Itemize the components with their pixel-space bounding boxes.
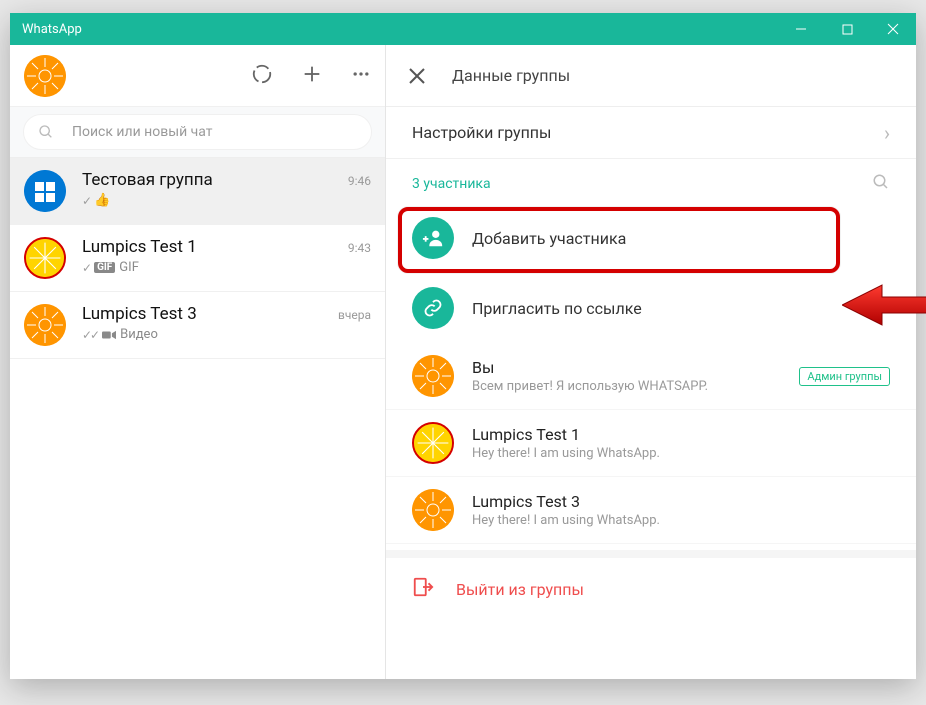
participant-status: Всем привет! Я использую WHATSAPP.: [472, 379, 781, 394]
chevron-right-icon: ›: [884, 121, 890, 145]
participant-avatar: [412, 422, 454, 464]
chat-preview: 👍: [94, 193, 110, 208]
participant-name: Lumpics Test 3: [472, 492, 890, 511]
participant-row[interactable]: Lumpics Test 3 Hey there! I am using Wha…: [386, 477, 916, 544]
participant-info: Вы Всем привет! Я использую WHATSAPP.: [472, 358, 781, 394]
right-header: Данные группы: [386, 45, 916, 107]
search-row: Поиск или новый чат: [10, 107, 385, 158]
invite-link-label: Пригласить по ссылке: [472, 299, 642, 318]
add-participant-button[interactable]: Добавить участника: [386, 203, 916, 273]
chat-preview: Видео: [120, 327, 158, 342]
status-icon[interactable]: [251, 63, 273, 89]
add-participant-label: Добавить участника: [472, 229, 626, 248]
panel-title: Данные группы: [452, 66, 570, 85]
exit-group-label: Выйти из группы: [456, 580, 584, 599]
participant-info: Lumpics Test 1 Hey there! I am using Wha…: [472, 425, 890, 461]
delivery-tick: ✓: [82, 194, 90, 208]
app-window: WhatsApp: [10, 13, 916, 679]
maximize-button[interactable]: [824, 13, 870, 45]
right-panel: Данные группы Настройки группы › 3 участ…: [386, 45, 916, 679]
window-controls: [778, 13, 916, 45]
minimize-button[interactable]: [778, 13, 824, 45]
chat-list: Тестовая группа 9:46 ✓ 👍: [10, 158, 385, 679]
close-window-button[interactable]: [870, 13, 916, 45]
participant-avatar: [412, 489, 454, 531]
left-header: [10, 45, 385, 107]
add-participant-container: Добавить участника: [386, 203, 916, 273]
chat-info: Lumpics Test 3 вчера ✓✓ Видео: [82, 304, 371, 342]
chat-avatar: [24, 237, 66, 279]
participant-row[interactable]: Lumpics Test 1 Hey there! I am using Wha…: [386, 410, 916, 477]
app-title: WhatsApp: [22, 22, 82, 37]
participant-info: Lumpics Test 3 Hey there! I am using Wha…: [472, 492, 890, 528]
left-panel: Поиск или новый чат Тестовая группа 9:46: [10, 45, 386, 679]
chat-preview: GIF: [119, 260, 139, 275]
participant-name: Lumpics Test 1: [472, 425, 890, 444]
chat-name: Lumpics Test 3: [82, 304, 197, 324]
exit-group-button[interactable]: Выйти из группы: [386, 550, 916, 620]
chat-avatar: [24, 170, 66, 212]
titlebar: WhatsApp: [10, 13, 916, 45]
search-input[interactable]: Поиск или новый чат: [23, 114, 372, 150]
chat-name: Lumpics Test 1: [82, 237, 197, 257]
chat-item[interactable]: Lumpics Test 1 9:43 ✓ GIF GIF: [10, 225, 385, 292]
delivery-tick: ✓: [82, 261, 90, 275]
chat-time: 9:43: [348, 241, 371, 255]
chat-item[interactable]: Lumpics Test 3 вчера ✓✓ Видео: [10, 292, 385, 359]
search-placeholder: Поиск или новый чат: [72, 124, 213, 140]
invite-link-button[interactable]: Пригласить по ссылке: [386, 273, 916, 343]
participant-name: Вы: [472, 358, 781, 377]
participant-avatar: [412, 355, 454, 397]
content-area: Поиск или новый чат Тестовая группа 9:46: [10, 45, 916, 679]
group-settings-row[interactable]: Настройки группы ›: [386, 107, 916, 159]
chat-time: 9:46: [348, 174, 371, 188]
video-icon: [102, 330, 116, 340]
chat-info: Тестовая группа 9:46 ✓ 👍: [82, 170, 371, 208]
participant-status: Hey there! I am using WhatsApp.: [472, 513, 890, 528]
participant-status: Hey there! I am using WhatsApp.: [472, 446, 890, 461]
close-panel-button[interactable]: [406, 65, 428, 87]
chat-info: Lumpics Test 1 9:43 ✓ GIF GIF: [82, 237, 371, 275]
admin-badge: Админ группы: [799, 367, 890, 386]
link-icon: [412, 287, 454, 329]
chat-time: вчера: [338, 308, 371, 322]
profile-avatar[interactable]: [24, 55, 66, 97]
search-icon: [38, 124, 54, 140]
new-chat-icon[interactable]: [301, 63, 323, 89]
menu-icon[interactable]: [351, 64, 371, 88]
header-actions: [251, 63, 371, 89]
group-settings-label: Настройки группы: [412, 123, 551, 142]
add-person-icon: [412, 217, 454, 259]
participant-row[interactable]: Вы Всем привет! Я использую WHATSAPP. Ад…: [386, 343, 916, 410]
participants-header: 3 участника: [386, 159, 916, 203]
participants-count: 3 участника: [412, 176, 491, 192]
chat-avatar: [24, 304, 66, 346]
gif-badge: GIF: [94, 262, 115, 273]
exit-icon: [412, 576, 434, 602]
chat-item[interactable]: Тестовая группа 9:46 ✓ 👍: [10, 158, 385, 225]
delivery-tick: ✓✓: [82, 328, 98, 342]
chat-name: Тестовая группа: [82, 170, 213, 190]
search-participants-button[interactable]: [872, 173, 890, 195]
